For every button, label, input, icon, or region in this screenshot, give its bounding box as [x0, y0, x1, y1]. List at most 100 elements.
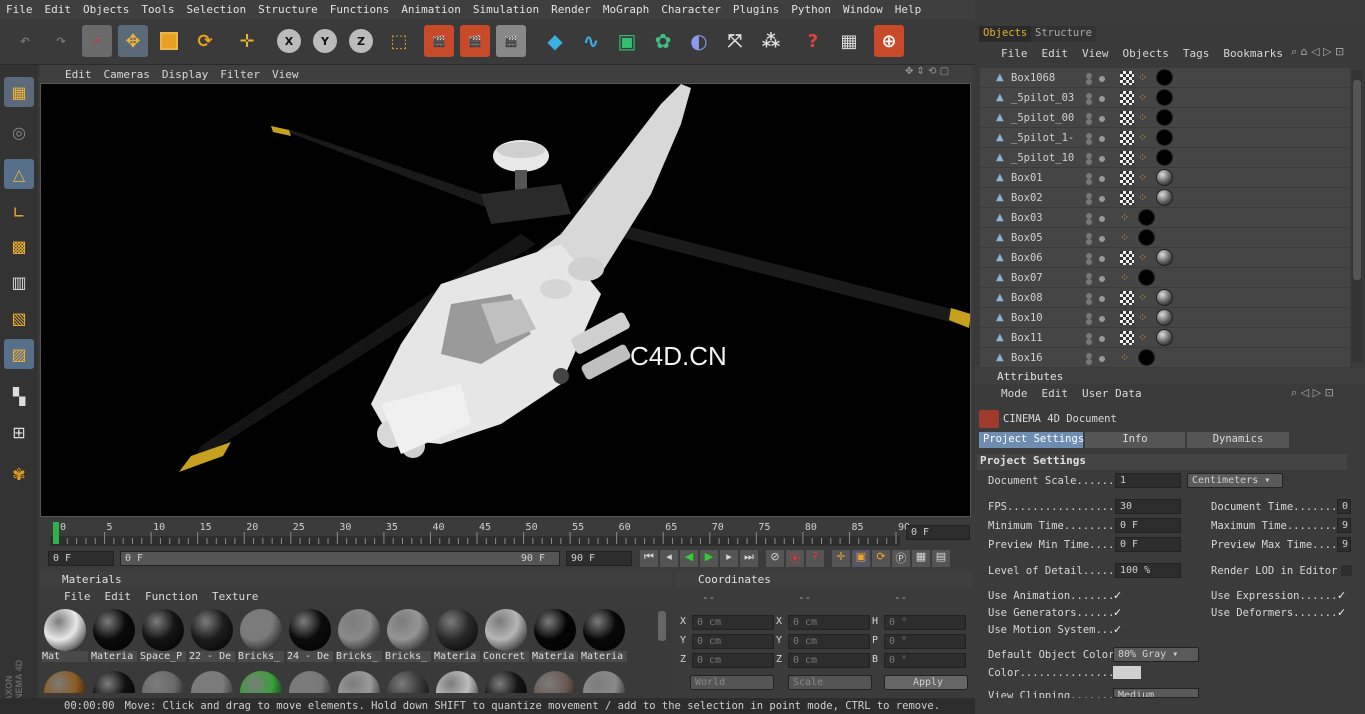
- uvw-tag-icon[interactable]: ⁘: [1138, 331, 1147, 344]
- objects-scrollbar[interactable]: [1352, 70, 1362, 362]
- texture-tag-icon[interactable]: [1120, 191, 1134, 205]
- color-swatch[interactable]: [1113, 666, 1141, 679]
- preview-min-time-input[interactable]: 0 F: [1115, 537, 1181, 552]
- material-item[interactable]: Mat: [42, 607, 88, 667]
- coordinate-mode-dropdown[interactable]: World: [690, 675, 774, 690]
- goto-start-icon[interactable]: ⏮: [640, 550, 658, 567]
- start-frame-field[interactable]: 0 F: [48, 551, 114, 566]
- uvw-tag-icon[interactable]: ⁘: [1120, 351, 1129, 364]
- enable-toggle[interactable]: [1099, 96, 1105, 102]
- spline-icon[interactable]: ∿: [576, 25, 606, 57]
- menu-simulation[interactable]: Simulation: [473, 3, 539, 16]
- object-row[interactable]: ▲ Box01 ⁘: [980, 168, 1350, 188]
- uv-polygons-icon[interactable]: ▨: [4, 339, 34, 369]
- array-icon[interactable]: ✿: [648, 25, 678, 57]
- material-item[interactable]: 24 - De: [287, 607, 333, 667]
- visibility-render-dot[interactable]: [1086, 119, 1092, 125]
- menu-mograph[interactable]: MoGraph: [603, 3, 649, 16]
- enable-toggle[interactable]: [1099, 176, 1105, 182]
- undo-icon[interactable]: ↶: [10, 25, 40, 57]
- preview-max-time-input[interactable]: 9: [1337, 537, 1351, 552]
- use-expression-checkbox[interactable]: ✓: [1337, 590, 1348, 601]
- uvw-tag-icon[interactable]: ⁘: [1120, 271, 1129, 284]
- viewport-menu-display[interactable]: Display: [162, 68, 208, 81]
- texture-mode-icon[interactable]: ▚: [4, 381, 34, 411]
- enable-toggle[interactable]: [1099, 336, 1105, 342]
- material-item[interactable]: Bricks_: [336, 607, 382, 667]
- nurbs-icon[interactable]: ▣: [612, 25, 642, 57]
- material-tag-icon[interactable]: [1156, 129, 1173, 146]
- autokey-icon[interactable]: ⦿: [786, 550, 804, 567]
- object-row[interactable]: ▲ Box16 ⁘: [980, 348, 1350, 368]
- timeline[interactable]: 0 5 10 15 20 25 30 35 40 45 50 55 60 65 70 75 80 85 90 0 F: [40, 518, 972, 548]
- uvw-tag-icon[interactable]: ⁘: [1138, 191, 1147, 204]
- visibility-render-dot[interactable]: [1086, 259, 1092, 265]
- material-item[interactable]: [434, 669, 480, 693]
- materials-menu-function[interactable]: Function: [145, 590, 198, 603]
- visibility-render-dot[interactable]: [1086, 219, 1092, 225]
- material-item[interactable]: Concret: [483, 607, 529, 667]
- scale-tool-icon[interactable]: [154, 25, 184, 57]
- visibility-render-dot[interactable]: [1086, 239, 1092, 245]
- key-pla-icon[interactable]: ▦: [912, 550, 930, 567]
- points-mode-icon[interactable]: ∟: [4, 197, 34, 227]
- material-tag-icon[interactable]: [1156, 249, 1173, 266]
- use-generators-checkbox[interactable]: ✓: [1113, 607, 1124, 618]
- uvw-tag-icon[interactable]: ⁘: [1138, 71, 1147, 84]
- render-picture-viewer-icon[interactable]: 🎬: [460, 25, 490, 57]
- material-item[interactable]: Space_P: [140, 607, 186, 667]
- enable-toggle[interactable]: [1099, 156, 1105, 162]
- texture-tag-icon[interactable]: [1120, 71, 1134, 85]
- materials-menu-file[interactable]: File: [64, 590, 91, 603]
- attributes-nav-icons[interactable]: ⌕ ◁ ▷ ⊡: [1291, 386, 1334, 400]
- object-row[interactable]: ▲ Box02 ⁘: [980, 188, 1350, 208]
- materials-menu-texture[interactable]: Texture: [212, 590, 258, 603]
- material-item[interactable]: 22 - De: [189, 607, 235, 667]
- use-deformers-checkbox[interactable]: ✓: [1337, 607, 1348, 618]
- end-frame-field[interactable]: 90 F: [566, 551, 632, 566]
- tab-structure[interactable]: Structure: [1031, 26, 1096, 42]
- use-motion-system-checkbox[interactable]: ✓: [1113, 624, 1124, 635]
- view-clipping-dropdown[interactable]: Medium: [1113, 688, 1199, 698]
- coordinate-input[interactable]: 0 cm: [788, 653, 870, 668]
- snap-icon[interactable]: ✾: [4, 459, 34, 489]
- viewport-menu-cameras[interactable]: Cameras: [104, 68, 150, 81]
- use-animation-checkbox[interactable]: ✓: [1113, 590, 1124, 601]
- uvw-tag-icon[interactable]: ⁘: [1138, 291, 1147, 304]
- material-tag-icon[interactable]: [1156, 149, 1173, 166]
- menu-tools[interactable]: Tools: [141, 3, 174, 16]
- material-item[interactable]: [91, 669, 137, 693]
- rotate-tool-icon[interactable]: ⟳: [190, 25, 220, 57]
- coordinate-scale-dropdown[interactable]: Scale: [788, 675, 872, 690]
- material-tag-icon[interactable]: [1156, 189, 1173, 206]
- objects-menu-view[interactable]: View: [1082, 47, 1109, 60]
- enable-toggle[interactable]: [1099, 296, 1105, 302]
- object-row[interactable]: ▲ Box10 ⁘: [980, 308, 1350, 328]
- texture-tag-icon[interactable]: [1120, 111, 1134, 125]
- object-row[interactable]: ▲ Box11 ⁘: [980, 328, 1350, 348]
- tab-project-settings[interactable]: Project Settings: [979, 432, 1084, 448]
- menu-python[interactable]: Python: [791, 3, 831, 16]
- material-tag-icon[interactable]: [1138, 349, 1155, 366]
- uvw-tag-icon[interactable]: ⁘: [1138, 311, 1147, 324]
- uv-points-icon[interactable]: ▧: [4, 303, 34, 333]
- texture-tag-icon[interactable]: [1120, 251, 1134, 265]
- uvw-tag-icon[interactable]: ⁘: [1120, 231, 1129, 244]
- key-position-icon[interactable]: ✛: [832, 550, 850, 567]
- enable-toggle[interactable]: [1099, 356, 1105, 362]
- materials-scrollbar[interactable]: [658, 611, 666, 641]
- visibility-render-dot[interactable]: [1086, 199, 1092, 205]
- texture-tag-icon[interactable]: [1120, 331, 1134, 345]
- document-time-input[interactable]: 0: [1337, 499, 1351, 514]
- goto-end-icon[interactable]: ⏭: [740, 550, 758, 567]
- object-row[interactable]: ▲ _5pilot_00 ⁘: [980, 108, 1350, 128]
- viewport-nav-icons[interactable]: ✥ ⇕ ⟲ ▢: [905, 66, 949, 77]
- select-arrow-icon[interactable]: ➚: [82, 25, 112, 57]
- visibility-render-dot[interactable]: [1086, 79, 1092, 85]
- uvw-tag-icon[interactable]: ⁘: [1138, 131, 1147, 144]
- globe-icon[interactable]: ⊕: [874, 25, 904, 57]
- uvw-tag-icon[interactable]: ⁘: [1138, 111, 1147, 124]
- key-param-icon[interactable]: Ⓟ: [892, 550, 910, 567]
- material-item[interactable]: Materia: [91, 607, 137, 667]
- menu-objects[interactable]: Objects: [83, 3, 129, 16]
